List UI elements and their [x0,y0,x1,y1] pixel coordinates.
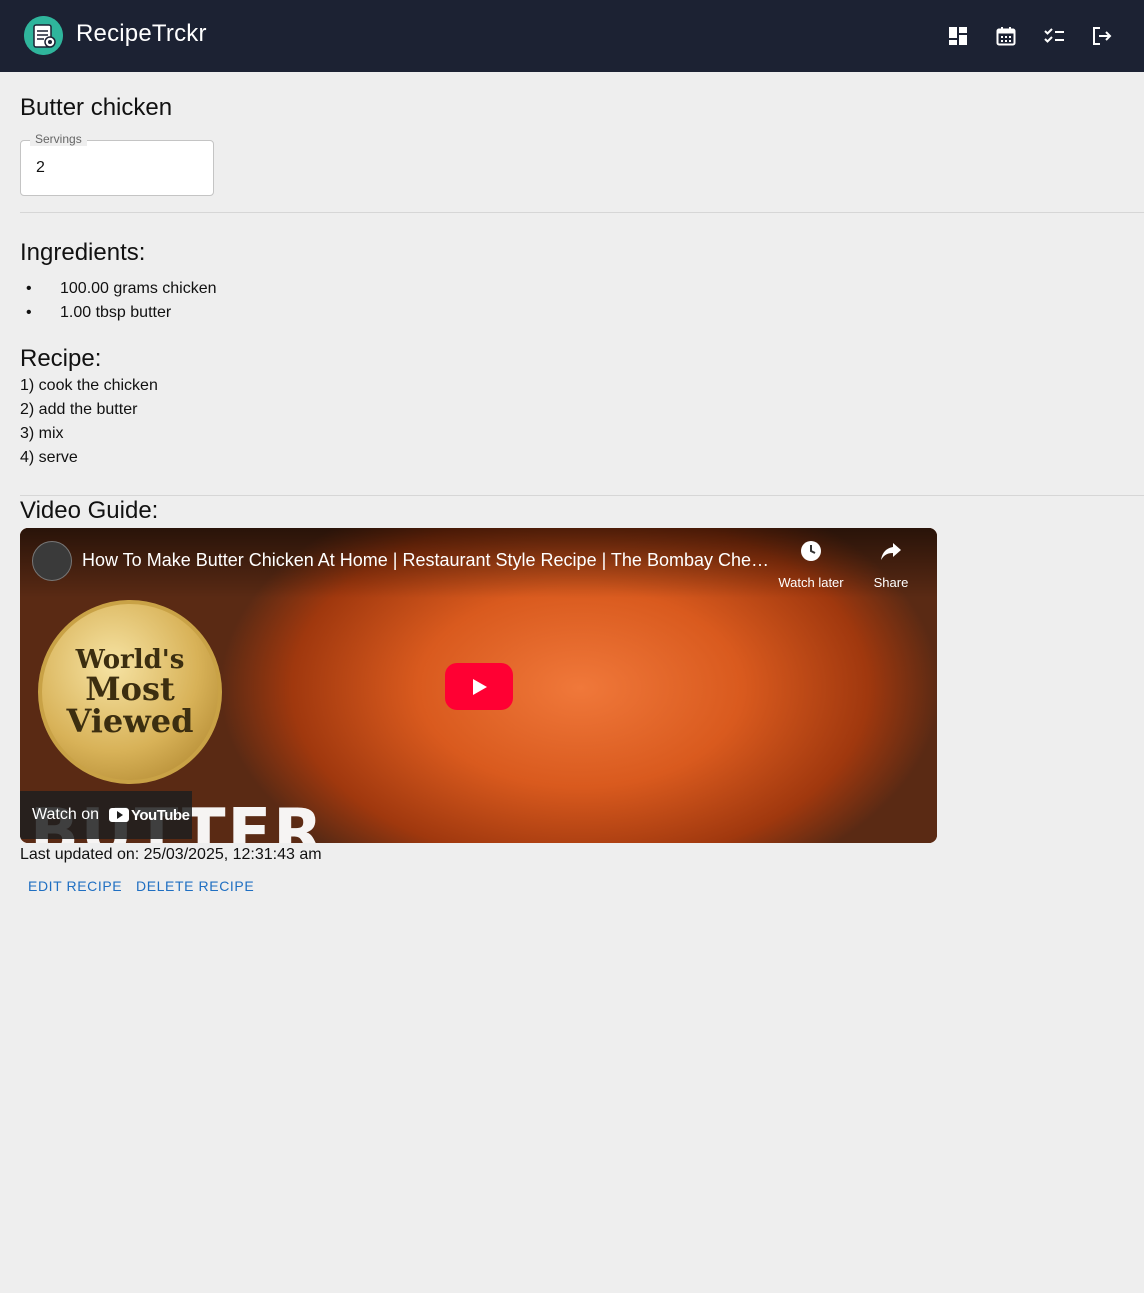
recipe-step: 4) serve [20,449,78,466]
badge-line: Viewed [66,702,194,740]
watch-on-youtube-button[interactable]: Watch on YouTube [20,791,192,839]
delete-recipe-button[interactable]: DELETE RECIPE [128,872,262,900]
servings-field[interactable]: Servings [20,132,214,196]
play-icon [473,678,487,695]
calendar-icon[interactable] [992,22,1020,50]
share-button[interactable]: Share [851,540,931,590]
recipe-steps: 1) cook the chicken 2) add the butter 3)… [20,375,158,471]
ingredient-text: 100.00 grams chicken [60,280,217,297]
worlds-most-viewed-badge: World's Most Viewed [38,600,222,784]
recipe-heading: Recipe: [20,345,102,372]
play-button[interactable] [445,663,513,710]
watch-later-button[interactable]: Watch later [771,540,851,590]
badge-line: Most [85,670,175,708]
ingredient-text: 1.00 tbsp butter [60,304,172,321]
watch-on-label: Watch on [32,806,99,823]
youtube-wordmark: YouTube [131,806,190,824]
edit-recipe-button[interactable]: EDIT RECIPE [20,872,130,900]
watch-later-label: Watch later [778,575,844,590]
bullet-icon: • [26,280,32,297]
app-bar: RecipeTrckr [0,0,1144,72]
servings-label: Servings [30,132,87,146]
recipe-title: Butter chicken [20,94,173,121]
checklist-icon[interactable] [1040,22,1068,50]
clock-icon [801,541,821,561]
app-title[interactable]: RecipeTrckr [76,20,207,48]
channel-avatar[interactable] [32,541,72,581]
video-title[interactable]: How To Make Butter Chicken At Home | Res… [82,550,772,571]
divider [20,212,1144,213]
servings-input[interactable] [34,158,198,178]
share-icon [881,543,901,560]
divider [20,495,1144,496]
dashboard-icon[interactable] [944,22,972,50]
share-label: Share [873,575,909,590]
youtube-logo-icon: YouTube [109,806,190,824]
video-guide-heading: Video Guide: [20,497,159,524]
recipe-step: 1) cook the chicken [20,377,158,394]
youtube-play-icon [109,808,129,822]
recipe-step: 2) add the butter [20,401,138,418]
last-updated-text: Last updated on: 25/03/2025, 12:31:43 am [20,846,322,863]
ingredients-heading: Ingredients: [20,239,146,266]
bullet-icon: • [26,304,32,321]
recipe-step: 3) mix [20,425,64,442]
logout-icon[interactable] [1088,22,1116,50]
youtube-embed[interactable]: BUTTER How To Make Butter Chicken At Hom… [20,528,937,843]
app-logo-icon[interactable] [24,16,63,55]
